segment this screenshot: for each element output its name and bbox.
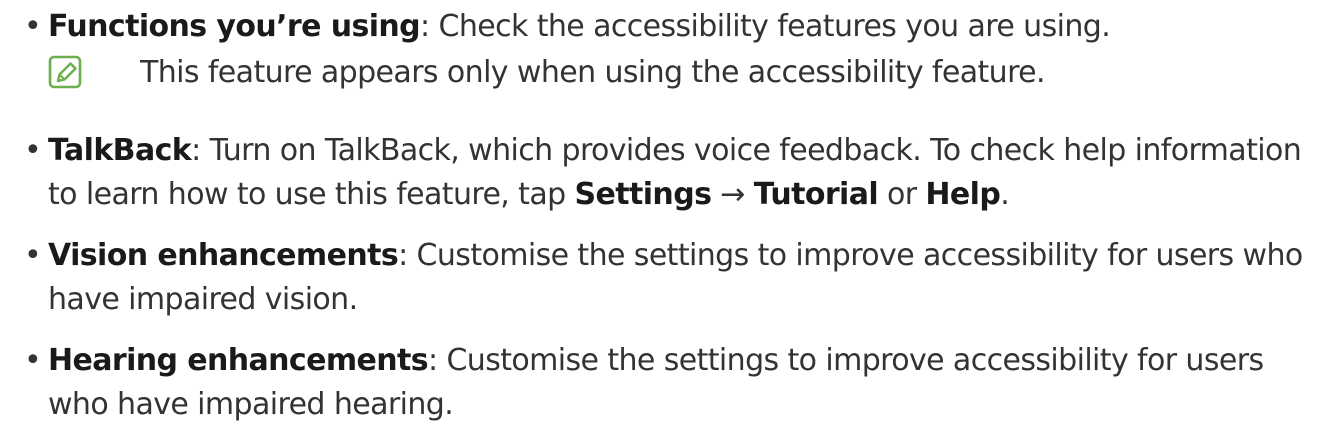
term-vision: Vision enhancements [48,238,399,273]
note-text: This feature appears only when using the… [140,55,1046,90]
bullet: • [24,133,42,168]
arrow-icon: → [720,177,745,212]
note-pencil-icon [48,55,82,89]
bullet: • [24,9,42,44]
term-hearing: Hearing enhancements [48,343,429,378]
description-functions: : Check the accessibility features you a… [420,9,1111,44]
list-item-hearing: • Hearing enhancements: Customise the se… [24,339,1318,427]
settings-label: Settings [574,177,712,212]
tutorial-label: Tutorial [753,177,879,212]
period: . [1000,177,1010,212]
or-text: or [878,177,926,212]
list-item-talkback: • TalkBack: Turn on TalkBack, which prov… [24,129,1318,217]
help-label: Help [925,177,1001,212]
note-row: This feature appears only when using the… [48,51,1318,95]
document-body: • Functions you’re using: Check the acce… [0,0,1328,447]
bullet: • [24,238,42,273]
term-functions: Functions you’re using [48,9,421,44]
bullet: • [24,343,42,378]
list-item-functions: • Functions you’re using: Check the acce… [24,5,1318,49]
term-talkback: TalkBack [48,133,192,168]
list-item-vision: • Vision enhancements: Customise the set… [24,234,1318,322]
